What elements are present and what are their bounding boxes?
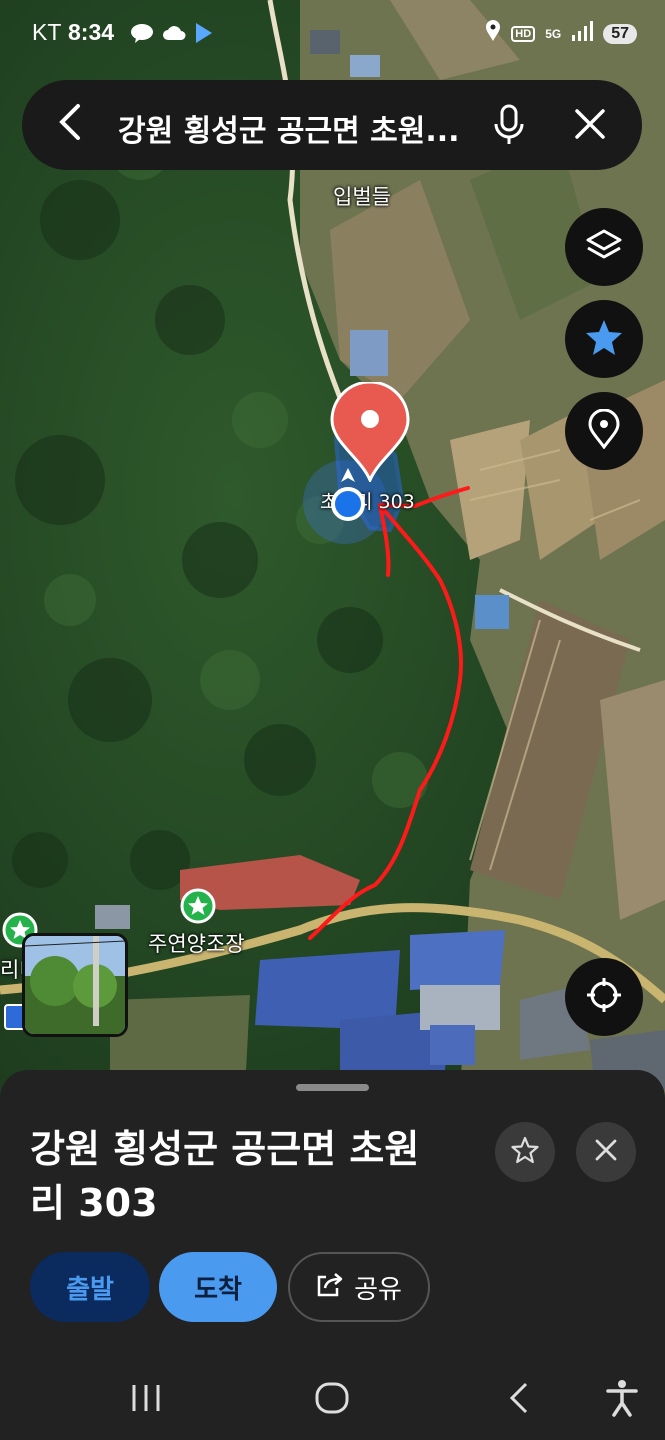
search-query[interactable]: 강원 횡성군 공근면 초원... xyxy=(118,106,468,150)
share-icon xyxy=(316,1271,344,1304)
accessibility-icon[interactable] xyxy=(604,1379,640,1421)
close-icon xyxy=(593,1137,619,1167)
street-view-thumbnail[interactable] xyxy=(22,933,128,1037)
share-button[interactable]: 공유 xyxy=(288,1252,430,1322)
hd-voice-icon: HD xyxy=(511,25,536,42)
star-outline-icon xyxy=(510,1135,540,1169)
home-icon[interactable] xyxy=(314,1381,350,1419)
place-pin-icon xyxy=(586,408,622,453)
system-navigation-bar xyxy=(0,1355,665,1440)
search-bar[interactable]: 강원 횡성군 공근면 초원... xyxy=(22,80,642,170)
drag-handle[interactable] xyxy=(296,1084,369,1091)
play-store-icon xyxy=(194,22,214,49)
place-title: 강원 횡성군 공근면 초원리 303 xyxy=(30,1127,420,1225)
star-icon xyxy=(584,317,624,361)
microphone-icon[interactable] xyxy=(492,104,526,150)
gps-target-icon xyxy=(584,975,624,1019)
nav-back-icon[interactable] xyxy=(506,1381,530,1419)
share-label: 공유 xyxy=(354,1274,402,1305)
my-location-button[interactable] xyxy=(565,958,643,1036)
layers-button[interactable] xyxy=(565,208,643,286)
layers-icon xyxy=(584,225,624,269)
kakaotalk-icon xyxy=(130,23,154,48)
map-label-brewery[interactable]: 주연양조장 xyxy=(148,928,245,958)
departure-button[interactable]: 출발 xyxy=(30,1252,150,1322)
back-arrow-icon[interactable] xyxy=(56,102,84,149)
carrier-label: KT xyxy=(32,19,62,45)
save-favorite-button[interactable] xyxy=(495,1122,555,1182)
location-status-icon xyxy=(485,20,501,47)
map-label-ipbeoldeul: 입벌들 xyxy=(333,185,391,209)
network-type: 5G xyxy=(545,26,562,41)
battery-indicator: 57 xyxy=(603,23,637,44)
close-icon[interactable] xyxy=(572,106,608,146)
favorites-button[interactable] xyxy=(565,300,643,378)
close-sheet-button[interactable] xyxy=(576,1122,636,1182)
cloud-icon xyxy=(162,24,186,47)
signal-icon xyxy=(571,21,594,46)
place-bottom-sheet[interactable]: 강원 횡성군 공근면 초원리 303 출발 도착 공유 xyxy=(0,1070,665,1355)
recents-icon[interactable] xyxy=(130,1383,162,1417)
status-bar: KT 8:34 HD 5G 57 xyxy=(0,0,665,68)
place-pin-button[interactable] xyxy=(565,392,643,470)
arrival-button[interactable]: 도착 xyxy=(159,1252,277,1322)
clock: 8:34 xyxy=(68,19,115,45)
